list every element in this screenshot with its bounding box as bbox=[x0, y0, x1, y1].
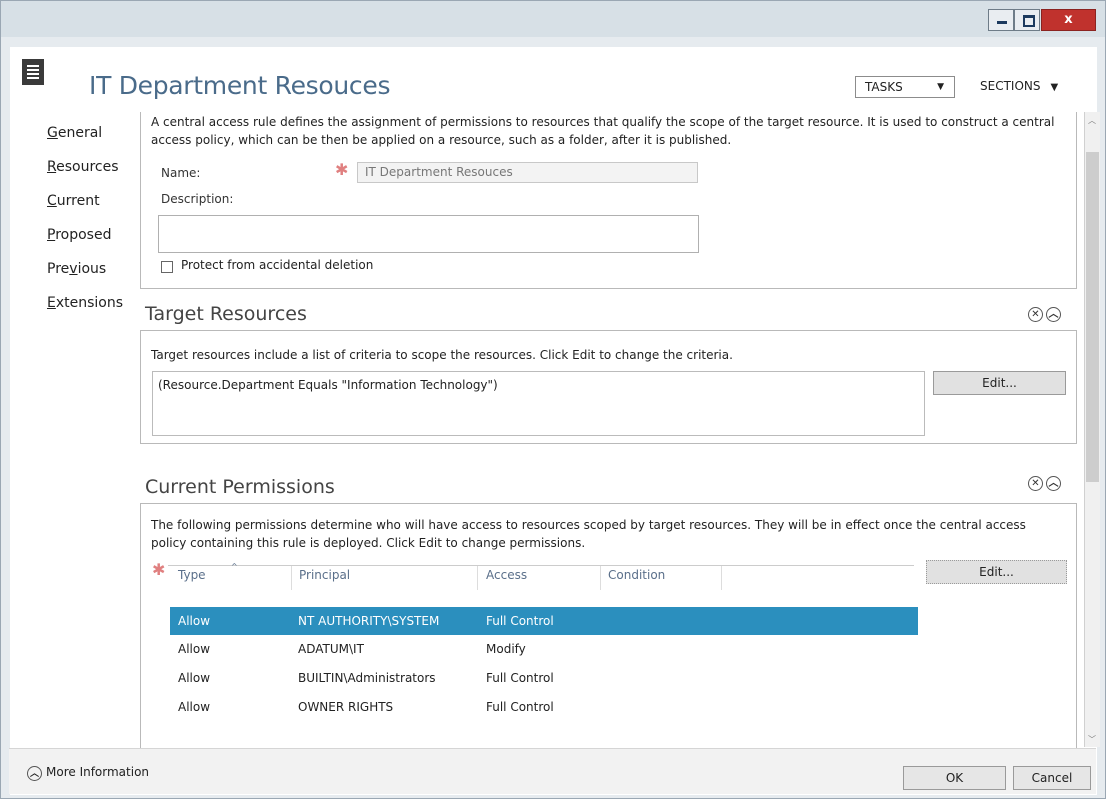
nav-label-start: Pre bbox=[47, 261, 70, 277]
page-title: IT Department Resouces bbox=[89, 71, 391, 100]
table-row[interactable]: Allow OWNER RIGHTS Full Control bbox=[170, 693, 918, 721]
nav-accesskey: v bbox=[69, 261, 78, 277]
column-header-condition[interactable]: Condition bbox=[608, 568, 665, 582]
current-permissions-section: The following permissions determine who … bbox=[140, 503, 1077, 748]
cell-access: Full Control bbox=[486, 700, 554, 714]
name-label: Name: bbox=[161, 166, 201, 180]
minimize-button[interactable] bbox=[988, 9, 1014, 31]
more-information-toggle[interactable]: ︿ More Information bbox=[27, 765, 149, 781]
cell-type: Allow bbox=[178, 700, 211, 714]
general-section: A central access rule defines the assign… bbox=[140, 112, 1077, 289]
nav-item-proposed[interactable]: Proposed bbox=[47, 227, 123, 261]
nav-accesskey: C bbox=[47, 193, 57, 209]
list-icon bbox=[22, 59, 44, 85]
expand-icon: ︿ bbox=[27, 766, 42, 781]
sections-dropdown[interactable]: SECTIONS ▼ bbox=[980, 79, 1058, 93]
target-resources-section: Target resources include a list of crite… bbox=[140, 330, 1077, 444]
nav-label-rest: ious bbox=[77, 261, 107, 277]
cell-principal: NT AUTHORITY\SYSTEM bbox=[298, 614, 440, 628]
permissions-description: The following permissions determine who … bbox=[151, 518, 1026, 550]
sort-ascending-icon: ^ bbox=[231, 562, 238, 571]
cell-access: Modify bbox=[486, 642, 526, 656]
cell-type: Allow bbox=[178, 642, 211, 656]
nav-label-rest: eneral bbox=[57, 125, 103, 141]
scroll-down-icon[interactable]: ﹀ bbox=[1088, 734, 1096, 745]
target-description: Target resources include a list of crite… bbox=[151, 348, 733, 362]
vertical-scrollbar[interactable]: ︿ ﹀ bbox=[1084, 112, 1100, 747]
maximize-button[interactable] bbox=[1014, 9, 1040, 31]
nav-label-rest: xtensions bbox=[55, 295, 124, 311]
nav-item-previous[interactable]: Previous bbox=[47, 261, 123, 295]
cancel-button[interactable]: Cancel bbox=[1013, 766, 1091, 790]
required-icon: ✱ bbox=[335, 160, 349, 179]
nav-item-resources[interactable]: Resources bbox=[47, 159, 123, 193]
column-separator bbox=[291, 566, 292, 590]
tasks-label: TASKS bbox=[865, 80, 903, 94]
criteria-text: (Resource.Department Equals "Information… bbox=[158, 378, 498, 392]
criteria-list[interactable]: (Resource.Department Equals "Information… bbox=[152, 371, 925, 436]
current-permissions-title: Current Permissions bbox=[145, 476, 335, 498]
chevron-down-icon: ▼ bbox=[1050, 82, 1059, 93]
target-resources-title: Target Resources bbox=[145, 303, 307, 325]
nav-accesskey: E bbox=[47, 295, 56, 311]
close-button[interactable]: x bbox=[1041, 9, 1096, 31]
column-header-principal[interactable]: Principal bbox=[299, 568, 350, 582]
column-header-type[interactable]: Type bbox=[178, 568, 206, 582]
title-bar[interactable]: x bbox=[1, 1, 1105, 37]
nav-item-general[interactable]: General bbox=[47, 125, 123, 159]
protect-checkbox[interactable] bbox=[161, 261, 173, 273]
table-row[interactable]: Allow NT AUTHORITY\SYSTEM Full Control bbox=[170, 607, 918, 635]
name-field[interactable]: IT Department Resouces bbox=[357, 162, 698, 183]
column-header-access[interactable]: Access bbox=[486, 568, 527, 582]
cell-type: Allow bbox=[178, 614, 211, 628]
nav-accesskey: R bbox=[47, 159, 57, 175]
sections-label: SECTIONS bbox=[980, 79, 1041, 93]
nav-label-rest: esources bbox=[56, 159, 119, 175]
ok-button[interactable]: OK bbox=[903, 766, 1006, 790]
cell-principal: BUILTIN\Administrators bbox=[298, 671, 436, 685]
close-icon[interactable]: ✕ bbox=[1028, 476, 1043, 491]
scroll-up-icon[interactable]: ︿ bbox=[1088, 115, 1096, 126]
cell-access: Full Control bbox=[486, 614, 554, 628]
tasks-dropdown[interactable]: TASKS ▼ bbox=[855, 76, 955, 98]
table-row[interactable]: Allow ADATUM\IT Modify bbox=[170, 635, 918, 663]
scrollbar-thumb[interactable] bbox=[1086, 152, 1099, 482]
required-icon: ✱ bbox=[152, 560, 166, 579]
column-separator bbox=[600, 566, 601, 590]
nav-item-extensions[interactable]: Extensions bbox=[47, 295, 123, 329]
nav-accesskey: G bbox=[47, 125, 58, 141]
minimize-icon bbox=[997, 21, 1007, 24]
more-info-label: More Information bbox=[46, 765, 150, 779]
table-row[interactable]: Allow BUILTIN\Administrators Full Contro… bbox=[170, 664, 918, 692]
cell-access: Full Control bbox=[486, 671, 554, 685]
nav-accesskey: P bbox=[47, 227, 56, 243]
column-separator bbox=[477, 566, 478, 590]
description-label: Description: bbox=[161, 192, 234, 206]
header-divider bbox=[168, 565, 914, 566]
target-section-controls: ✕ ︿ bbox=[1025, 306, 1061, 322]
permissions-section-controls: ✕ ︿ bbox=[1025, 475, 1061, 491]
column-separator bbox=[721, 566, 722, 590]
description-field[interactable] bbox=[158, 215, 699, 253]
edit-permissions-button[interactable]: Edit... bbox=[926, 560, 1067, 584]
close-icon[interactable]: ✕ bbox=[1028, 307, 1043, 322]
collapse-icon[interactable]: ︿ bbox=[1046, 476, 1061, 491]
cell-type: Allow bbox=[178, 671, 211, 685]
nav-label-rest: urrent bbox=[56, 193, 100, 209]
maximize-icon bbox=[1023, 15, 1035, 27]
nav-label-rest: roposed bbox=[55, 227, 112, 243]
cell-principal: OWNER RIGHTS bbox=[298, 700, 394, 714]
nav-item-current[interactable]: Current bbox=[47, 193, 123, 227]
chevron-down-icon: ▼ bbox=[937, 82, 944, 92]
intro-text: A central access rule defines the assign… bbox=[151, 115, 1055, 147]
close-icon: x bbox=[1064, 12, 1073, 27]
edit-criteria-button[interactable]: Edit... bbox=[933, 371, 1066, 395]
section-nav: General Resources Current Proposed Previ… bbox=[47, 125, 123, 329]
protect-label: Protect from accidental deletion bbox=[181, 258, 374, 272]
collapse-icon[interactable]: ︿ bbox=[1046, 307, 1061, 322]
cell-principal: ADATUM\IT bbox=[298, 642, 364, 656]
